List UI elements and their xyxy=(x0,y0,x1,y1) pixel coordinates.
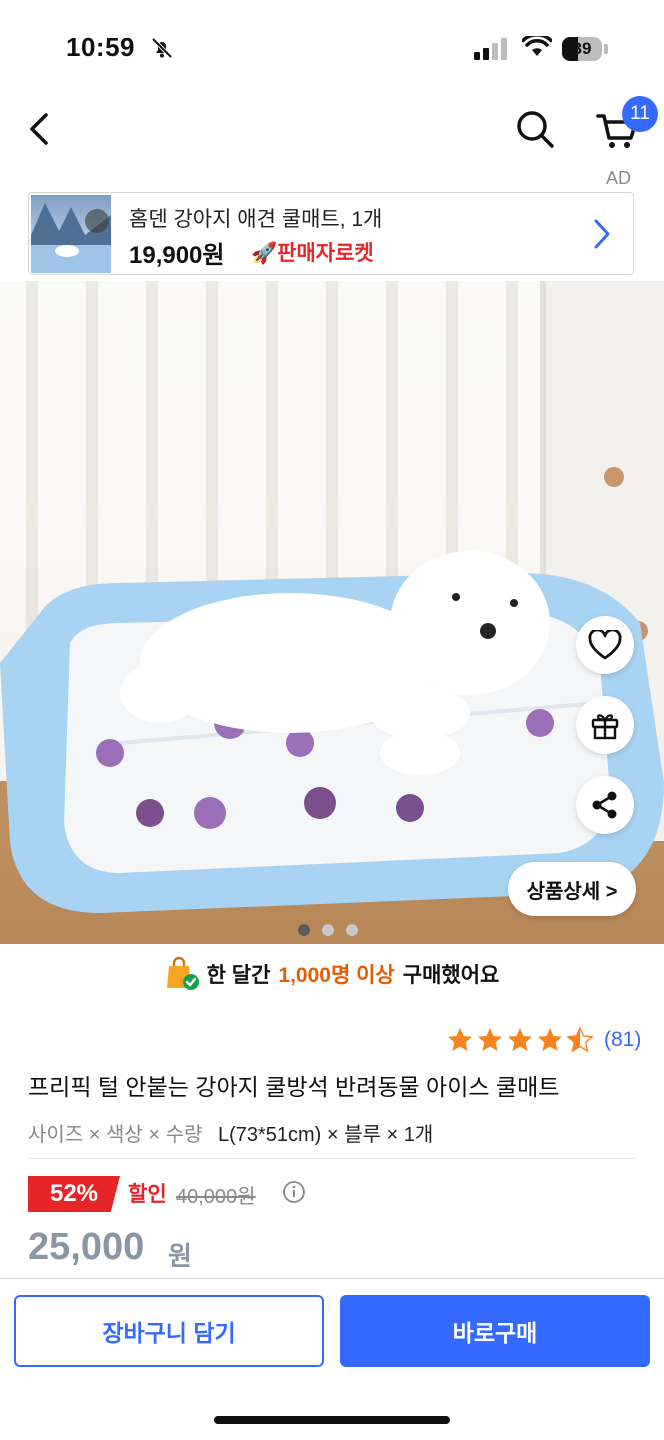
cart-count-badge: 11 xyxy=(622,96,658,132)
ad-banner-title: 홈덴 강아지 애견 쿨매트, 1개 xyxy=(129,208,383,231)
ad-banner[interactable]: 홈덴 강아지 애견 쿨매트, 1개 19,900원 🚀판매자로켓 xyxy=(28,192,634,275)
add-to-cart-button[interactable]: 장바구니 담기 xyxy=(14,1295,324,1367)
product-options[interactable]: 사이즈 × 색상 × 수량 L(73*51cm) × 블루 × 1개 xyxy=(28,1118,433,1147)
star-rating-icon xyxy=(448,1027,593,1052)
gift-icon xyxy=(591,714,619,740)
share-icon xyxy=(592,791,617,819)
gift-button[interactable] xyxy=(576,696,634,754)
divider xyxy=(28,1158,636,1159)
status-time: 10:59 xyxy=(66,32,135,62)
buy-now-button[interactable]: 바로구매 xyxy=(340,1295,650,1367)
carousel-dot[interactable] xyxy=(322,924,334,936)
battery-tip xyxy=(604,44,608,54)
heart-icon xyxy=(588,630,622,660)
purchase-prefix: 한 달간 xyxy=(206,964,271,987)
search-icon[interactable] xyxy=(514,108,556,150)
share-button[interactable] xyxy=(576,776,634,834)
bottom-bar-divider xyxy=(0,1278,664,1279)
original-price: 40,000원 xyxy=(176,1186,256,1208)
signal-icon xyxy=(474,38,507,60)
product-image-carousel[interactable]: 상품상세 > xyxy=(0,281,664,944)
sale-price: 25,000 xyxy=(28,1226,145,1268)
purchase-highlight: 1,000명 이상 xyxy=(278,964,395,987)
ad-product-image xyxy=(31,203,111,273)
purchase-count-notice: 한 달간 1,000명 이상 구매했어요 xyxy=(0,956,664,992)
wishlist-button[interactable] xyxy=(576,616,634,674)
discount-label: 할인 xyxy=(128,1183,167,1206)
product-detail-button[interactable]: 상품상세 > xyxy=(508,862,636,916)
battery-indicator: 39 xyxy=(562,37,602,61)
seller-rocket-label: 🚀판매자로켓 xyxy=(251,242,374,265)
silent-bell-icon xyxy=(151,37,173,59)
review-count[interactable]: (81) xyxy=(604,1028,641,1052)
chevron-right-icon xyxy=(594,219,610,249)
carousel-page-indicator xyxy=(298,924,358,936)
purchase-suffix: 구매했어요 xyxy=(402,964,500,987)
ad-banner-thumbnail xyxy=(31,195,111,273)
info-icon[interactable] xyxy=(282,1180,306,1204)
carousel-dot[interactable] xyxy=(346,924,358,936)
rating-stars[interactable] xyxy=(446,1026,596,1054)
options-label: 사이즈 × 색상 × 수량 xyxy=(28,1124,203,1146)
sale-price-currency: 원 xyxy=(168,1241,192,1271)
product-title: 프리픽 털 안붙는 강아지 쿨방석 반려동물 아이스 쿨매트 xyxy=(28,1074,560,1100)
ad-banner-price: 19,900원 xyxy=(129,242,225,269)
options-value: L(73*51cm) × 블루 × 1개 xyxy=(217,1124,434,1146)
discount-rate-badge: 52% xyxy=(28,1176,120,1212)
cabinet-knob xyxy=(604,467,624,487)
back-arrow-icon[interactable] xyxy=(26,112,56,146)
wifi-icon xyxy=(522,36,552,56)
carousel-dot[interactable] xyxy=(298,924,310,936)
battery-level: 39 xyxy=(572,39,592,58)
shopping-bag-check-icon xyxy=(166,956,199,990)
ad-label: AD xyxy=(606,168,632,188)
home-indicator[interactable] xyxy=(214,1416,450,1424)
